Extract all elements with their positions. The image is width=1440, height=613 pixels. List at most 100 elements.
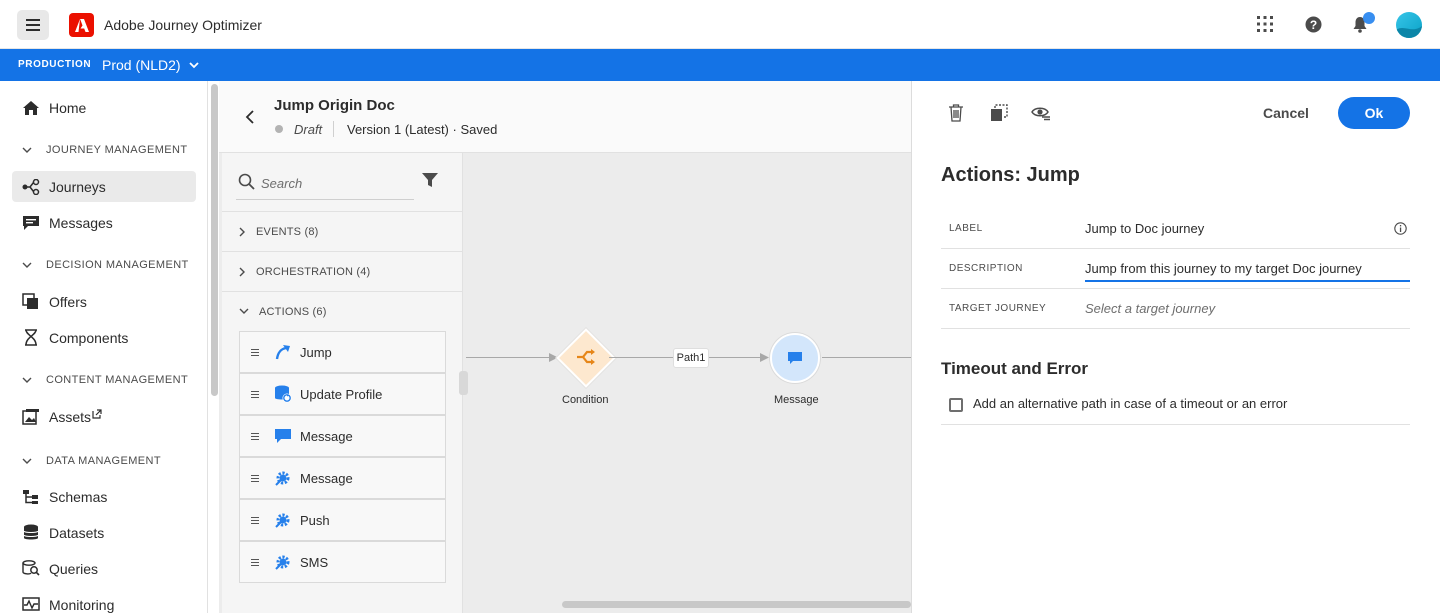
nav-item-label: Queries bbox=[49, 560, 99, 577]
nav-item-assets[interactable]: Assets bbox=[12, 401, 196, 432]
external-link-icon bbox=[92, 408, 102, 419]
messages-icon bbox=[22, 214, 40, 232]
status-divider bbox=[333, 121, 334, 137]
target-journey-row: TARGET JOURNEY Select a target journey bbox=[941, 289, 1410, 329]
action-label: Message bbox=[300, 428, 353, 444]
label-value[interactable]: Jump to Doc journey bbox=[1085, 221, 1204, 236]
flow-connector bbox=[609, 357, 673, 358]
chevron-down-icon bbox=[22, 147, 32, 153]
action-item-jump[interactable]: Jump bbox=[239, 331, 446, 373]
drag-handle-icon bbox=[251, 390, 259, 398]
action-item-sms[interactable]: SMS bbox=[239, 541, 446, 583]
app-title: Adobe Journey Optimizer bbox=[104, 17, 262, 33]
nav-section-journey-management[interactable]: JOURNEY MANAGEMENT bbox=[22, 144, 187, 156]
sandbox-switcher[interactable]: Prod (NLD2) bbox=[102, 57, 181, 73]
apps-grid-icon[interactable] bbox=[1254, 13, 1276, 35]
gear-action-icon bbox=[273, 510, 293, 530]
info-icon[interactable] bbox=[1394, 222, 1407, 235]
timeout-error-checkbox-label[interactable]: Add an alternative path in case of a tim… bbox=[973, 396, 1287, 411]
nav-section-data-management[interactable]: DATA MANAGEMENT bbox=[22, 455, 161, 467]
nav-item-messages[interactable]: Messages bbox=[12, 207, 196, 238]
nav-item-label: Offers bbox=[49, 293, 87, 310]
cancel-button[interactable]: Cancel bbox=[1255, 100, 1317, 126]
nav-section-decision-management[interactable]: DECISION MANAGEMENT bbox=[22, 259, 189, 271]
help-icon[interactable]: ? bbox=[1302, 13, 1324, 35]
message-icon bbox=[273, 426, 293, 446]
action-item-message[interactable]: Message bbox=[239, 415, 446, 457]
action-item-update-profile[interactable]: Update Profile bbox=[239, 373, 446, 415]
nav-section-title: CONTENT MANAGEMENT bbox=[46, 374, 189, 386]
drag-handle-icon bbox=[251, 558, 259, 566]
category-label: EVENTS (8) bbox=[256, 225, 319, 238]
home-icon bbox=[22, 99, 40, 117]
environment-bar: PRODUCTION Prod (NLD2) bbox=[0, 49, 1440, 81]
nav-item-schemas[interactable]: Schemas bbox=[12, 481, 196, 512]
canvas-horizontal-scrollbar[interactable] bbox=[562, 601, 911, 608]
nav-item-datasets[interactable]: Datasets bbox=[12, 517, 196, 548]
description-row: DESCRIPTION bbox=[941, 249, 1410, 289]
nav-section-content-management[interactable]: CONTENT MANAGEMENT bbox=[22, 374, 188, 386]
update-profile-icon bbox=[273, 384, 293, 404]
svg-text:?: ? bbox=[1309, 18, 1316, 32]
journey-version: Version 1 (Latest) · Saved bbox=[347, 122, 498, 137]
category-orchestration[interactable]: ORCHESTRATION (4) bbox=[222, 251, 463, 291]
nav-item-home[interactable]: Home bbox=[12, 92, 196, 123]
nav-item-label: Home bbox=[49, 99, 87, 116]
queries-icon bbox=[22, 560, 40, 578]
nav-item-queries[interactable]: Queries bbox=[12, 553, 196, 584]
duplicate-icon[interactable] bbox=[989, 103, 1009, 123]
message-icon bbox=[788, 351, 802, 364]
action-label: SMS bbox=[300, 554, 329, 570]
action-label: Jump bbox=[300, 344, 332, 360]
category-events[interactable]: EVENTS (8) bbox=[222, 211, 463, 251]
nav-item-components[interactable]: Components bbox=[12, 322, 196, 353]
filter-icon[interactable] bbox=[421, 171, 439, 189]
nav-item-monitoring[interactable]: Monitoring bbox=[12, 589, 196, 613]
description-input[interactable] bbox=[1085, 257, 1410, 282]
hamburger-menu-button[interactable] bbox=[17, 10, 49, 40]
flow-connector bbox=[709, 357, 763, 358]
schemas-icon bbox=[22, 488, 40, 506]
message-label: Message bbox=[774, 394, 819, 406]
delete-icon[interactable] bbox=[946, 103, 966, 123]
nav-item-label: Journeys bbox=[49, 178, 106, 195]
nav-scrollbar[interactable] bbox=[211, 84, 218, 396]
target-journey-select[interactable]: Select a target journey bbox=[1085, 301, 1215, 316]
nav-item-journeys[interactable]: Journeys bbox=[12, 171, 196, 202]
chevron-down-icon bbox=[22, 458, 32, 464]
palette-resize-handle[interactable] bbox=[459, 371, 468, 395]
path-label[interactable]: Path1 bbox=[673, 348, 709, 368]
activity-properties-panel bbox=[911, 81, 1440, 613]
journeys-icon bbox=[22, 178, 40, 196]
journey-header bbox=[219, 81, 911, 153]
hamburger-icon bbox=[26, 19, 40, 31]
action-item-push[interactable]: Push bbox=[239, 499, 446, 541]
category-actions[interactable]: ACTIONS (6) bbox=[222, 291, 463, 331]
user-avatar[interactable] bbox=[1396, 12, 1422, 38]
components-icon bbox=[22, 329, 40, 347]
journey-status: Draft bbox=[294, 122, 323, 137]
chevron-down-icon bbox=[239, 308, 249, 314]
nav-item-label: Schemas bbox=[49, 488, 108, 505]
drag-handle-icon bbox=[251, 348, 259, 356]
action-label: Push bbox=[300, 512, 330, 528]
search-input[interactable] bbox=[261, 172, 411, 194]
nav-item-offers[interactable]: Offers bbox=[12, 286, 196, 317]
top-bar: Adobe Journey Optimizer ? bbox=[0, 0, 1440, 49]
chevron-right-icon bbox=[239, 227, 245, 236]
assets-icon bbox=[22, 408, 40, 426]
timeout-error-checkbox[interactable] bbox=[949, 398, 963, 412]
nav-item-label: Components bbox=[49, 329, 129, 346]
chevron-down-icon[interactable] bbox=[187, 58, 201, 72]
action-item-message-legacy[interactable]: Message bbox=[239, 457, 446, 499]
drag-handle-icon bbox=[251, 516, 259, 524]
preview-visibility-icon[interactable] bbox=[1031, 103, 1051, 123]
back-arrow-icon[interactable] bbox=[243, 108, 257, 126]
left-navigation: Home JOURNEY MANAGEMENT Journeys Message… bbox=[0, 81, 208, 613]
gear-action-icon bbox=[273, 552, 293, 572]
label-row: LABEL Jump to Doc journey bbox=[941, 209, 1410, 249]
environment-label: PRODUCTION bbox=[18, 59, 92, 70]
message-node[interactable] bbox=[770, 333, 820, 383]
label-key: LABEL bbox=[949, 223, 983, 234]
ok-button[interactable]: Ok bbox=[1338, 97, 1410, 129]
